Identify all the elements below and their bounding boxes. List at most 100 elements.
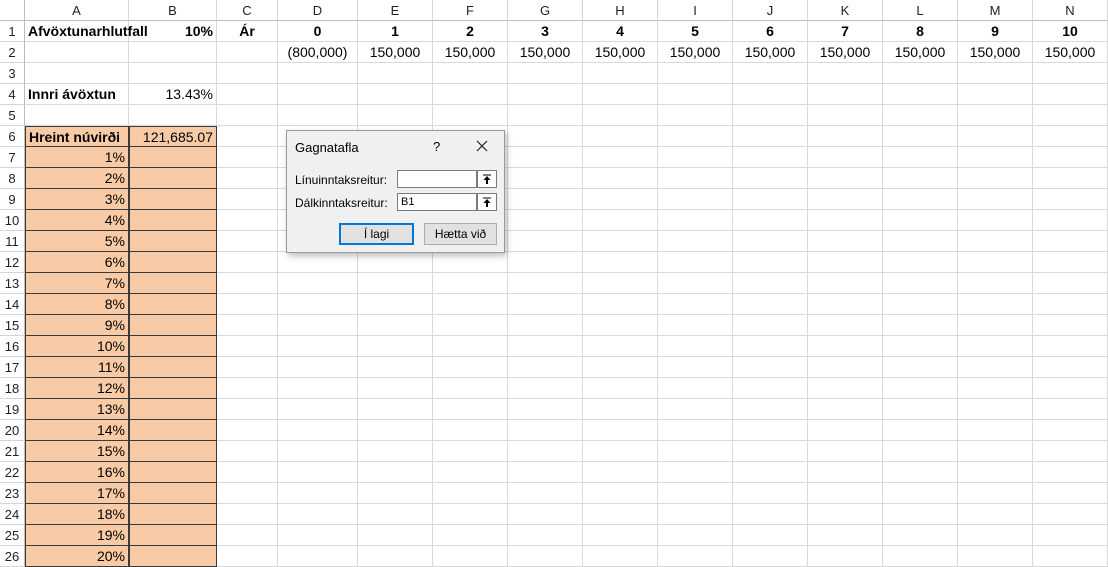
cell-l19[interactable] bbox=[883, 399, 958, 420]
cell-e4[interactable] bbox=[358, 84, 433, 105]
cell-i20[interactable] bbox=[658, 420, 733, 441]
row-header-5[interactable]: 5 bbox=[0, 105, 25, 126]
cell-m20[interactable] bbox=[958, 420, 1033, 441]
cell-j7[interactable] bbox=[733, 147, 808, 168]
cell-c3[interactable] bbox=[217, 63, 278, 84]
cell-j5[interactable] bbox=[733, 105, 808, 126]
cell-c24[interactable] bbox=[217, 504, 278, 525]
cell-a4[interactable]: Innri ávöxtun bbox=[25, 84, 129, 105]
cell-b7[interactable] bbox=[129, 147, 217, 168]
cell-b12[interactable] bbox=[129, 252, 217, 273]
cell-h9[interactable] bbox=[583, 189, 658, 210]
cell-j10[interactable] bbox=[733, 210, 808, 231]
cell-a9[interactable]: 3% bbox=[25, 189, 129, 210]
cell-j20[interactable] bbox=[733, 420, 808, 441]
cell-a1[interactable]: Afvöxtunarhlutfall bbox=[25, 21, 148, 42]
cell-d17[interactable] bbox=[278, 357, 358, 378]
cell-e23[interactable] bbox=[358, 483, 433, 504]
cell-i17[interactable] bbox=[658, 357, 733, 378]
cell-l11[interactable] bbox=[883, 231, 958, 252]
cell-f17[interactable] bbox=[433, 357, 508, 378]
cell-a20[interactable]: 14% bbox=[25, 420, 129, 441]
cell-i15[interactable] bbox=[658, 315, 733, 336]
cell-m11[interactable] bbox=[958, 231, 1033, 252]
cell-l18[interactable] bbox=[883, 378, 958, 399]
cell-h22[interactable] bbox=[583, 462, 658, 483]
cell-c11[interactable] bbox=[217, 231, 278, 252]
cell-k19[interactable] bbox=[808, 399, 883, 420]
cell-m10[interactable] bbox=[958, 210, 1033, 231]
cell-g21[interactable] bbox=[508, 441, 583, 462]
cell-k14[interactable] bbox=[808, 294, 883, 315]
cell-h18[interactable] bbox=[583, 378, 658, 399]
cell-b19[interactable] bbox=[129, 399, 217, 420]
cell-f15[interactable] bbox=[433, 315, 508, 336]
cell-n26[interactable] bbox=[1033, 546, 1108, 567]
cell-n7[interactable] bbox=[1033, 147, 1108, 168]
cell-k18[interactable] bbox=[808, 378, 883, 399]
column-header-l[interactable]: L bbox=[883, 0, 958, 21]
column-header-f[interactable]: F bbox=[433, 0, 508, 21]
cell-e1[interactable]: 1 bbox=[358, 21, 433, 42]
cell-j6[interactable] bbox=[733, 126, 808, 147]
cell-m16[interactable] bbox=[958, 336, 1033, 357]
cell-h5[interactable] bbox=[583, 105, 658, 126]
cell-n15[interactable] bbox=[1033, 315, 1108, 336]
cell-f20[interactable] bbox=[433, 420, 508, 441]
cell-c10[interactable] bbox=[217, 210, 278, 231]
cell-j12[interactable] bbox=[733, 252, 808, 273]
cell-f16[interactable] bbox=[433, 336, 508, 357]
cell-j3[interactable] bbox=[733, 63, 808, 84]
cell-e18[interactable] bbox=[358, 378, 433, 399]
cell-j8[interactable] bbox=[733, 168, 808, 189]
cell-a26[interactable]: 20% bbox=[25, 546, 129, 567]
cell-d21[interactable] bbox=[278, 441, 358, 462]
cell-d4[interactable] bbox=[278, 84, 358, 105]
cell-a10[interactable]: 4% bbox=[25, 210, 129, 231]
cell-f2[interactable]: 150,000 bbox=[433, 42, 508, 63]
column-header-c[interactable]: C bbox=[217, 0, 278, 21]
cell-b1[interactable]: 10% bbox=[129, 21, 217, 42]
cell-l15[interactable] bbox=[883, 315, 958, 336]
cell-m17[interactable] bbox=[958, 357, 1033, 378]
cell-h12[interactable] bbox=[583, 252, 658, 273]
row-header-17[interactable]: 17 bbox=[0, 357, 25, 378]
cell-i23[interactable] bbox=[658, 483, 733, 504]
cell-m21[interactable] bbox=[958, 441, 1033, 462]
cell-b8[interactable] bbox=[129, 168, 217, 189]
cell-n2[interactable]: 150,000 bbox=[1033, 42, 1108, 63]
cell-n25[interactable] bbox=[1033, 525, 1108, 546]
cell-g12[interactable] bbox=[508, 252, 583, 273]
cell-d22[interactable] bbox=[278, 462, 358, 483]
row-header-18[interactable]: 18 bbox=[0, 378, 25, 399]
cell-k26[interactable] bbox=[808, 546, 883, 567]
cell-f4[interactable] bbox=[433, 84, 508, 105]
cell-l4[interactable] bbox=[883, 84, 958, 105]
cell-k23[interactable] bbox=[808, 483, 883, 504]
help-button[interactable]: ? bbox=[433, 139, 440, 154]
cell-g24[interactable] bbox=[508, 504, 583, 525]
cell-m18[interactable] bbox=[958, 378, 1033, 399]
cell-l2[interactable]: 150,000 bbox=[883, 42, 958, 63]
column-header-n[interactable]: N bbox=[1033, 0, 1108, 21]
cell-c4[interactable] bbox=[217, 84, 278, 105]
cell-b14[interactable] bbox=[129, 294, 217, 315]
column-header-g[interactable]: G bbox=[508, 0, 583, 21]
cell-n10[interactable] bbox=[1033, 210, 1108, 231]
cell-h10[interactable] bbox=[583, 210, 658, 231]
cell-a22[interactable]: 16% bbox=[25, 462, 129, 483]
cell-h19[interactable] bbox=[583, 399, 658, 420]
row-header-9[interactable]: 9 bbox=[0, 189, 25, 210]
cell-l16[interactable] bbox=[883, 336, 958, 357]
cell-l1[interactable]: 8 bbox=[883, 21, 958, 42]
cell-n6[interactable] bbox=[1033, 126, 1108, 147]
row-header-8[interactable]: 8 bbox=[0, 168, 25, 189]
ok-button[interactable]: Í lagi bbox=[339, 223, 414, 245]
cell-c8[interactable] bbox=[217, 168, 278, 189]
cell-f19[interactable] bbox=[433, 399, 508, 420]
row-header-7[interactable]: 7 bbox=[0, 147, 25, 168]
cell-d12[interactable] bbox=[278, 252, 358, 273]
cell-n16[interactable] bbox=[1033, 336, 1108, 357]
cell-m1[interactable]: 9 bbox=[958, 21, 1033, 42]
cell-g14[interactable] bbox=[508, 294, 583, 315]
